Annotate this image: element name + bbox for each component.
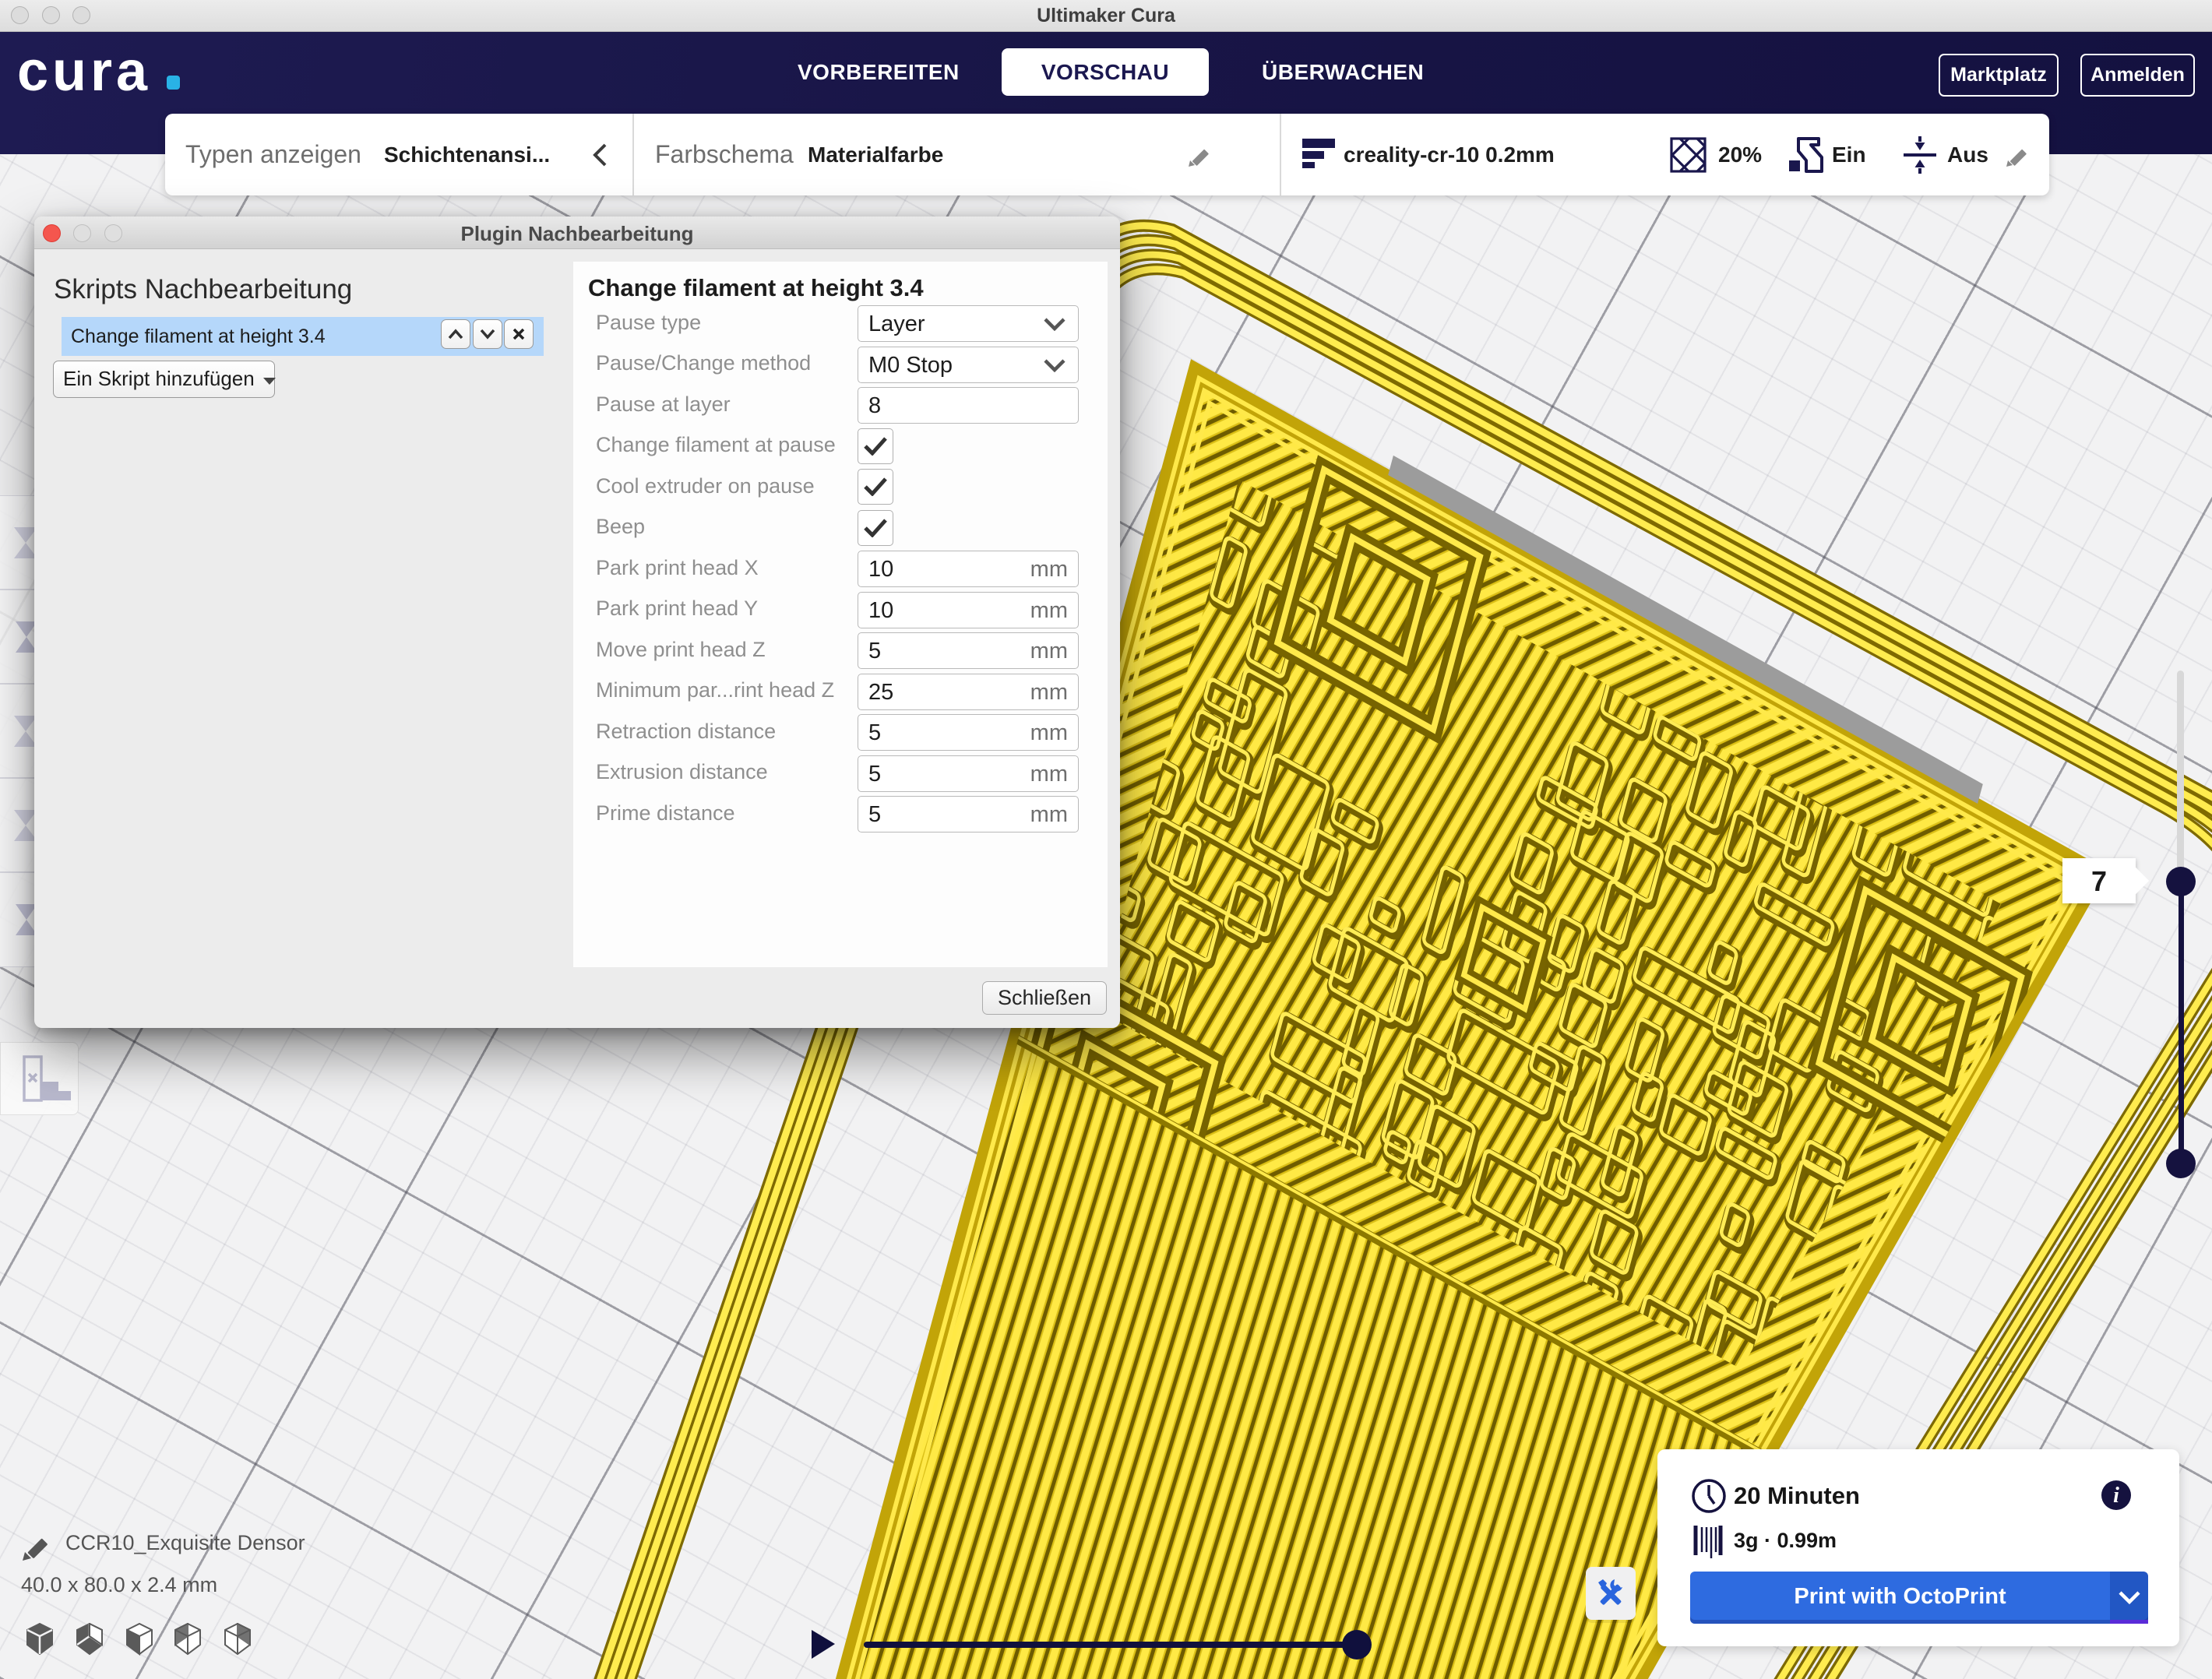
svg-text:i: i — [2113, 1484, 2119, 1508]
